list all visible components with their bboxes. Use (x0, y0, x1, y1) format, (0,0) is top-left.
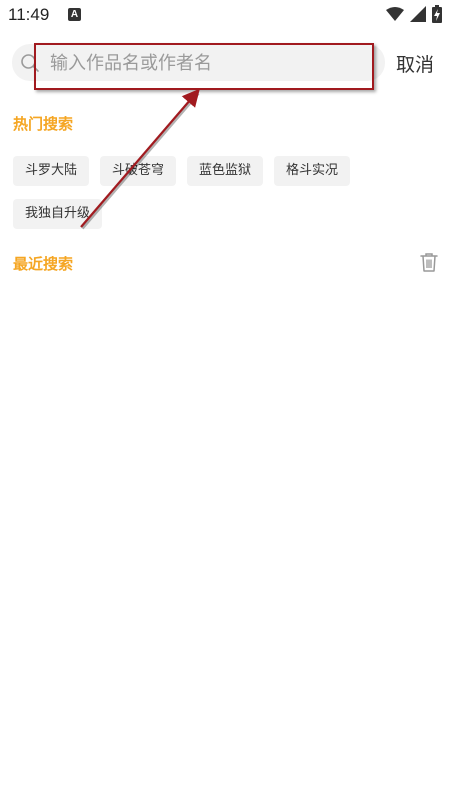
hot-search-tag[interactable]: 我独自升级 (13, 199, 103, 229)
wifi-icon (386, 7, 404, 21)
hot-search-tag[interactable]: 斗罗大陆 (13, 156, 90, 186)
battery-charging-icon (432, 5, 442, 23)
hot-search-tag[interactable]: 蓝色监狱 (187, 156, 264, 186)
a-letter-icon: A (68, 8, 81, 21)
search-box[interactable] (12, 44, 385, 83)
search-icon (21, 54, 39, 72)
trash-icon[interactable] (419, 252, 439, 273)
search-screen: 11:49 A 取消 热门搜索 斗罗大陆 斗破苍穹 蓝色监狱 格斗实况 我独自 (0, 0, 450, 800)
signal-icon (410, 6, 426, 22)
status-icons (386, 5, 442, 23)
recent-search-title: 最近搜索 (13, 255, 74, 273)
status-bar: 11:49 A (0, 0, 450, 30)
hot-search-title: 热门搜索 (13, 115, 74, 133)
hot-search-tag[interactable]: 斗破苍穹 (100, 156, 177, 186)
cancel-button[interactable]: 取消 (396, 50, 434, 77)
hot-search-tag[interactable]: 格斗实况 (274, 156, 351, 186)
status-time: 11:49 (8, 5, 50, 24)
search-input[interactable] (48, 44, 382, 83)
